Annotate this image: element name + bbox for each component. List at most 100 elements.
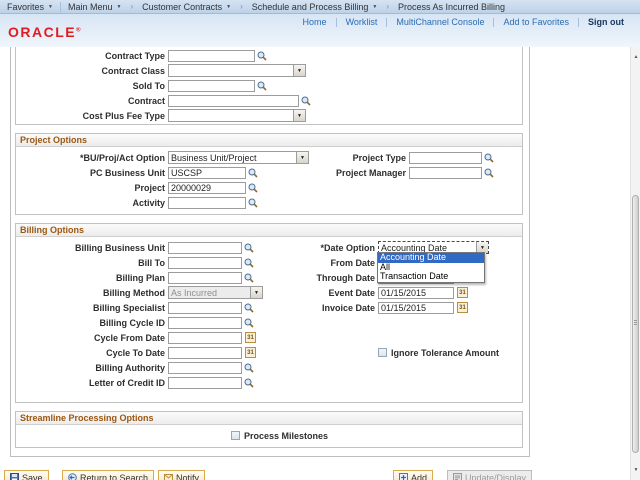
through-date-label: Through Date [18, 273, 378, 283]
lookup-icon[interactable] [248, 198, 258, 208]
letter-of-credit-id-label: Letter of Credit ID [18, 378, 168, 388]
billing-authority-input[interactable] [168, 362, 242, 374]
scroll-down-icon[interactable]: ▼ [631, 467, 640, 473]
cost-plus-fee-type-select[interactable] [168, 109, 306, 122]
notify-button[interactable]: Notify [158, 470, 205, 480]
project-input[interactable]: 20000029 [168, 182, 246, 194]
lookup-icon[interactable] [484, 153, 494, 163]
billing-authority-label: Billing Authority [18, 363, 168, 373]
breadcrumb-customer-contracts[interactable]: Customer Contracts ▼ [135, 0, 238, 14]
lookup-icon[interactable] [244, 378, 254, 388]
link-divider [578, 18, 579, 27]
oracle-logo: ORACLE® [8, 24, 82, 40]
vertical-scrollbar[interactable]: ▲ ▼ [630, 47, 640, 480]
breadcrumb: Favorites ▼ Main Menu ▼ › Customer Contr… [0, 0, 640, 14]
home-link[interactable]: Home [303, 17, 327, 27]
sold-to-input[interactable] [168, 80, 255, 92]
breadcrumb-favorites[interactable]: Favorites ▼ [0, 0, 60, 14]
lookup-icon[interactable] [244, 363, 254, 373]
calendar-icon[interactable]: 31 [245, 347, 256, 358]
section-title: Streamline Processing Options [16, 412, 522, 425]
lookup-icon[interactable] [248, 183, 258, 193]
contract-type-input[interactable] [168, 50, 255, 62]
cycle-to-date-input[interactable] [168, 347, 242, 359]
add-to-favorites-link[interactable]: Add to Favorites [503, 17, 569, 27]
project-options-section: Project Options *BU/Proj/Act Option Busi… [15, 133, 523, 215]
return-to-search-button[interactable]: Return to Search [62, 470, 154, 480]
lookup-icon[interactable] [244, 318, 254, 328]
return-to-search-label: Return to Search [80, 473, 148, 480]
section-title: Billing Options [16, 224, 522, 237]
link-divider [493, 18, 494, 27]
from-date-label: From Date [18, 258, 378, 268]
sign-out-link[interactable]: Sign out [588, 17, 624, 27]
calendar-icon[interactable]: 31 [457, 302, 468, 313]
streamline-processing-section: Streamline Processing Options Process Mi… [15, 411, 523, 448]
activity-input[interactable] [168, 197, 246, 209]
contract-input[interactable] [168, 95, 299, 107]
billing-cycle-id-label: Billing Cycle ID [18, 318, 168, 328]
return-arrow-icon [68, 473, 77, 480]
lookup-icon[interactable] [301, 96, 311, 106]
add-plus-icon [399, 473, 408, 480]
chevron-down-icon: ▼ [48, 4, 53, 10]
project-manager-input[interactable] [409, 167, 482, 179]
billing-cycle-id-input[interactable] [168, 317, 242, 329]
chevron-down-icon: ▼ [226, 4, 231, 10]
update-display-button: Update/Display [447, 470, 532, 480]
billing-options-section: Billing Options Billing Business Unit Bi… [15, 223, 523, 403]
project-type-input[interactable] [409, 152, 482, 164]
header-bar: ORACLE® Home Worklist MultiChannel Conso… [0, 14, 640, 47]
link-divider [386, 18, 387, 27]
contract-label: Contract [18, 96, 168, 106]
breadcrumb-label: Favorites [7, 2, 44, 12]
dropdown-option-accounting-date[interactable]: Accounting Date [378, 253, 484, 263]
event-date-label: Event Date [18, 288, 378, 298]
project-manager-label: Project Manager [18, 168, 409, 178]
notify-button-label: Notify [176, 473, 199, 480]
cycle-from-date-input[interactable] [168, 332, 242, 344]
notify-icon [164, 473, 173, 480]
process-as-incurred-billing-page: Favorites ▼ Main Menu ▼ › Customer Contr… [0, 0, 640, 480]
save-disk-icon [10, 473, 19, 480]
worklist-link[interactable]: Worklist [346, 17, 378, 27]
header-links: Home Worklist MultiChannel Console Add t… [303, 17, 624, 27]
dropdown-option-transaction-date[interactable]: Transaction Date [378, 272, 484, 282]
breadcrumb-separator-icon: › [384, 2, 391, 11]
select-arrow-icon[interactable] [293, 65, 305, 76]
calendar-icon[interactable]: 31 [457, 287, 468, 298]
save-button[interactable]: Save [4, 470, 49, 480]
select-arrow-icon[interactable] [293, 110, 305, 121]
contract-type-label: Contract Type [18, 51, 168, 61]
lookup-icon[interactable] [484, 168, 494, 178]
multichannel-console-link[interactable]: MultiChannel Console [396, 17, 484, 27]
contract-class-select[interactable] [168, 64, 306, 77]
breadcrumb-label: Schedule and Process Billing [252, 2, 369, 12]
contract-selection-section: Contract Type Contract Class Sold To Con… [15, 47, 523, 125]
breadcrumb-separator-icon: › [128, 2, 135, 11]
breadcrumb-main-menu[interactable]: Main Menu ▼ [61, 0, 128, 14]
breadcrumb-schedule-process-billing[interactable]: Schedule and Process Billing ▼ [245, 0, 385, 14]
link-divider [336, 18, 337, 27]
calendar-icon[interactable]: 31 [245, 332, 256, 343]
contract-class-label: Contract Class [18, 66, 168, 76]
breadcrumb-current-page: Process As Incurred Billing [391, 0, 512, 14]
breadcrumb-separator-icon: › [238, 2, 245, 11]
section-title: Project Options [16, 134, 522, 147]
lookup-icon[interactable] [257, 81, 267, 91]
lookup-icon[interactable] [257, 51, 267, 61]
ignore-tolerance-label: Ignore Tolerance Amount [391, 348, 499, 358]
add-button-label: Add [411, 473, 427, 480]
scrollbar-thumb[interactable] [632, 195, 639, 453]
scroll-up-icon[interactable]: ▲ [631, 54, 640, 60]
process-milestones-label: Process Milestones [244, 431, 328, 441]
chevron-down-icon: ▼ [372, 4, 377, 10]
save-button-label: Save [22, 473, 43, 480]
letter-of-credit-id-input[interactable] [168, 377, 242, 389]
cycle-to-date-label: Cycle To Date [18, 348, 168, 358]
event-date-input[interactable]: 01/15/2015 [378, 287, 454, 299]
ignore-tolerance-checkbox[interactable] [378, 348, 387, 357]
add-button[interactable]: Add [393, 470, 433, 480]
process-milestones-checkbox[interactable] [231, 431, 240, 440]
invoice-date-input[interactable]: 01/15/2015 [378, 302, 454, 314]
